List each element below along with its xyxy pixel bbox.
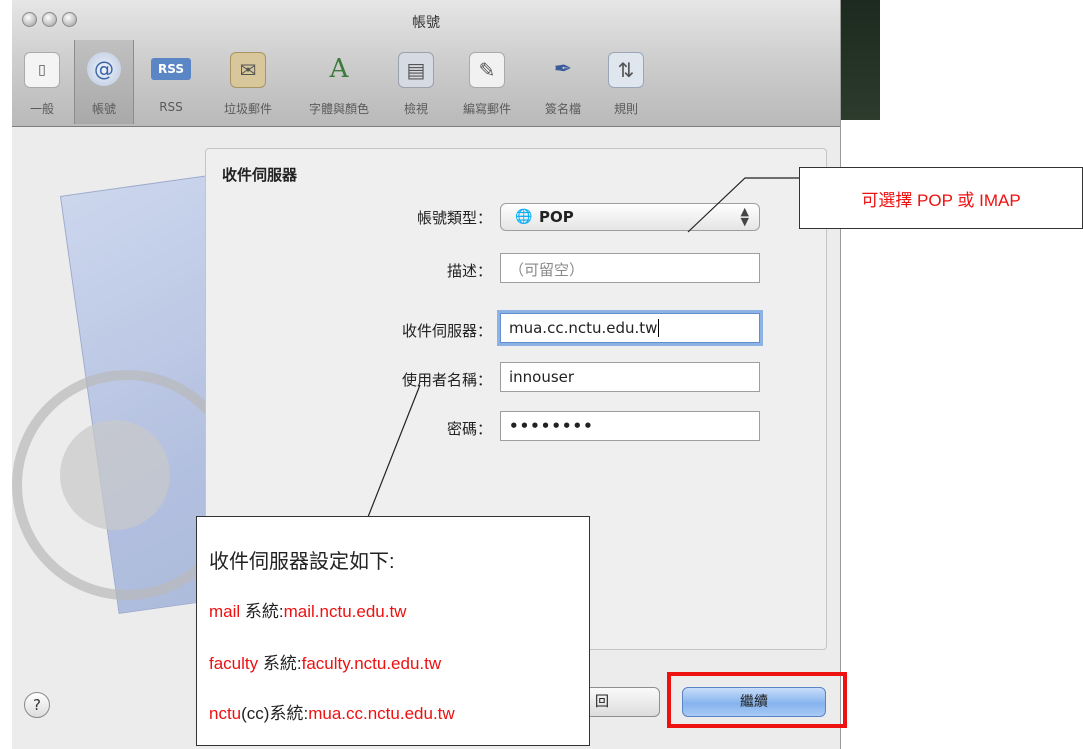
mail-system-name: mail <box>209 602 241 621</box>
faculty-system-host: faculty.nctu.edu.tw <box>301 654 442 673</box>
nctu-system-suffix: 系統: <box>269 704 309 723</box>
nctu-system-line: nctu(cc)系統:mua.cc.nctu.edu.tw <box>209 699 455 724</box>
nctu-system-cc: (cc) <box>241 704 270 723</box>
nctu-system-name: nctu <box>209 704 242 723</box>
faculty-system-name: faculty <box>209 654 259 673</box>
faculty-system-suffix: 系統: <box>258 654 302 673</box>
account-type-callout: 可選擇 POP 或 IMAP <box>799 167 1083 229</box>
mail-system-host: mail.nctu.edu.tw <box>283 602 407 621</box>
nctu-system-host: mua.cc.nctu.edu.tw <box>308 704 455 723</box>
server-leader-line <box>367 384 421 518</box>
mail-system-line: mail 系統:mail.nctu.edu.tw <box>209 597 406 622</box>
mail-system-suffix: 系統: <box>240 602 284 621</box>
server-settings-callout: 收件伺服器設定如下: mail 系統:mail.nctu.edu.tw facu… <box>196 516 590 746</box>
account-type-leader-line <box>687 177 799 233</box>
server-note-title: 收件伺服器設定如下: <box>209 551 395 573</box>
faculty-system-line: faculty 系統:faculty.nctu.edu.tw <box>209 649 441 674</box>
